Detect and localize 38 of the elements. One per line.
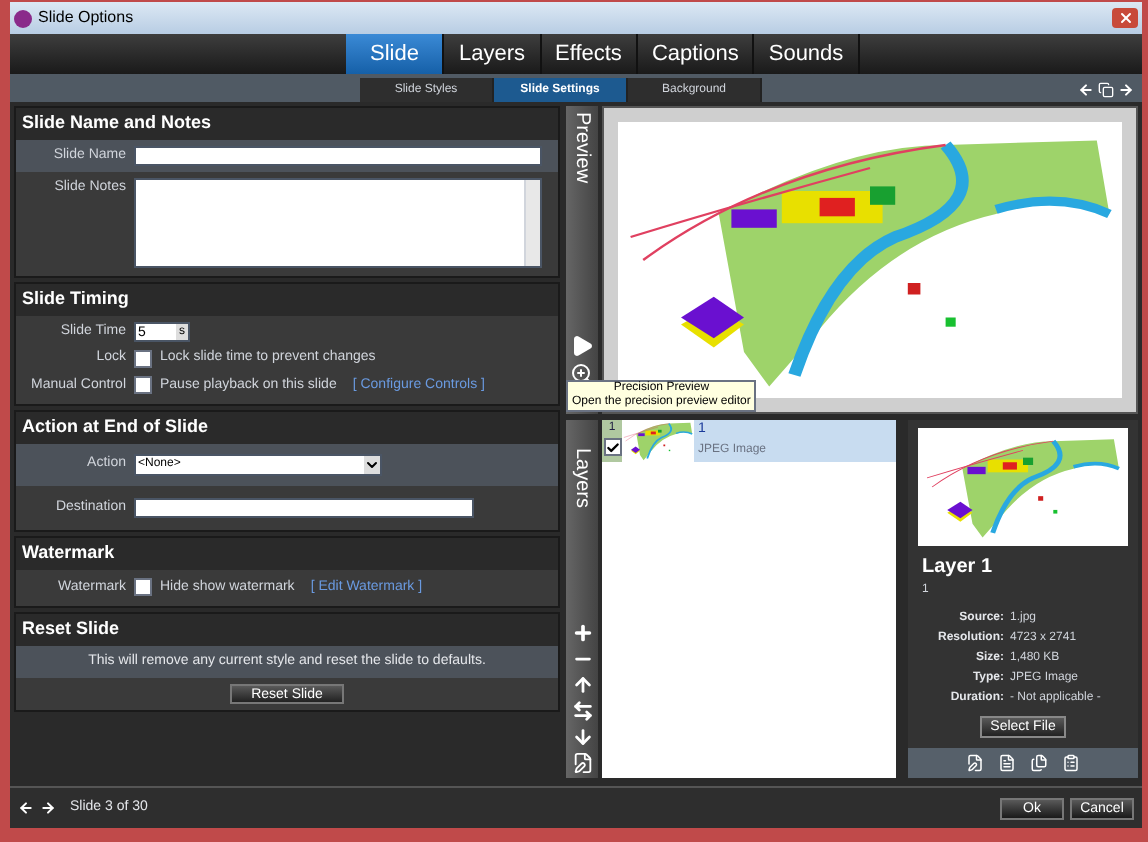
- move-down-icon[interactable]: [571, 726, 593, 748]
- add-icon[interactable]: [571, 622, 593, 644]
- edit-icon[interactable]: [966, 754, 984, 772]
- checkbox[interactable]: [134, 376, 152, 395]
- paste-icon[interactable]: [1062, 754, 1080, 772]
- close-button[interactable]: [1112, 8, 1138, 28]
- preview-label: Preview: [569, 112, 595, 184]
- section-title: Slide Name and Notes: [16, 108, 558, 139]
- previous-arrow-icon[interactable]: [1078, 82, 1094, 98]
- checkbox[interactable]: [134, 578, 152, 597]
- section-title: Reset Slide: [16, 614, 558, 645]
- checkbox[interactable]: [134, 349, 152, 368]
- layer-title: Layer 1: [920, 554, 995, 582]
- app-icon: [14, 9, 32, 27]
- section-title: Slide Timing: [16, 284, 558, 315]
- slide-notes-field[interactable]: [134, 178, 542, 268]
- slide-name-field[interactable]: [134, 145, 542, 166]
- dropdown-arrow-icon: [364, 455, 380, 473]
- close-icon: [1117, 10, 1133, 26]
- tab[interactable]: Slide: [346, 34, 445, 74]
- window-title: Slide Options: [38, 6, 134, 30]
- copy-icon[interactable]: [1030, 754, 1048, 772]
- destination-field[interactable]: [134, 497, 474, 518]
- previous-slide-icon[interactable]: [18, 800, 34, 816]
- move-up-icon[interactable]: [571, 674, 593, 696]
- section-title: Action at End of Slide: [16, 412, 558, 443]
- checkbox[interactable]: [603, 438, 621, 456]
- scrollbar[interactable]: [524, 180, 540, 266]
- window-icon[interactable]: [1098, 82, 1114, 98]
- left-right-arrows-icon[interactable]: [571, 700, 593, 722]
- edit-layer-icon[interactable]: [571, 752, 593, 774]
- zoom-icon[interactable]: [570, 362, 594, 386]
- play-icon[interactable]: [570, 334, 594, 358]
- next-slide-icon[interactable]: [40, 800, 56, 816]
- layers-label: Layers: [569, 448, 595, 509]
- next-arrow-icon[interactable]: [1118, 82, 1134, 98]
- section-title: Watermark: [16, 538, 558, 569]
- document-icon[interactable]: [998, 754, 1016, 772]
